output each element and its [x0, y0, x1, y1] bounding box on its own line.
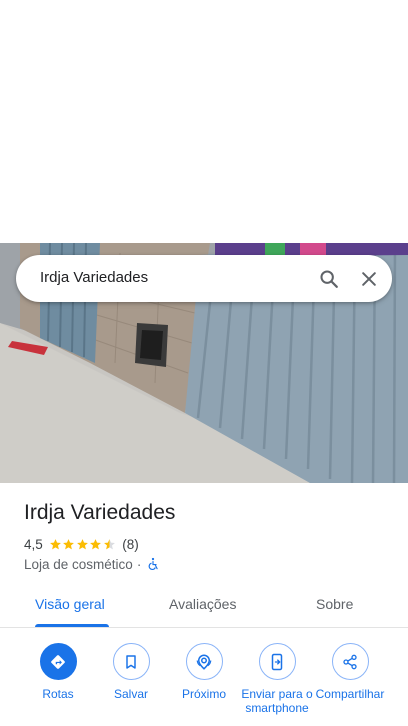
save-button[interactable]: Salvar: [91, 643, 171, 701]
star-icon: [63, 538, 75, 549]
share-button[interactable]: Compartilhar: [310, 643, 390, 701]
review-count[interactable]: (8): [122, 537, 139, 552]
send-to-phone-button[interactable]: Enviar para o smartphone: [237, 643, 317, 715]
search-input[interactable]: Irdja Variedades: [40, 269, 148, 286]
send-to-phone-icon: [258, 643, 296, 680]
close-icon[interactable]: [356, 266, 382, 292]
nearby-icon: [185, 643, 223, 680]
maps-place-sheet: Irdja Variedades Irdja Variedades 4,5 (8…: [0, 0, 408, 726]
rating-row[interactable]: 4,5 (8): [24, 536, 139, 552]
place-tabs: Visão geral Avaliações Sobre: [0, 586, 408, 628]
share-label: Compartilhar: [315, 687, 385, 701]
save-label: Salvar: [113, 687, 148, 701]
place-name: Irdja Variedades: [24, 501, 176, 524]
directions-button[interactable]: Rotas: [18, 643, 98, 701]
search-icon[interactable]: [316, 266, 342, 292]
wheelchair-accessible-icon: [148, 557, 158, 570]
star-icon: [90, 538, 102, 549]
share-icon: [331, 643, 369, 680]
tab-about[interactable]: Sobre: [316, 596, 353, 612]
nearby-button[interactable]: Próximo: [164, 643, 244, 701]
send-to-phone-label: Enviar para o smartphone: [241, 687, 313, 715]
directions-icon: [39, 643, 77, 680]
tab-reviews[interactable]: Avaliações: [169, 596, 236, 612]
directions-label: Rotas: [42, 687, 74, 701]
half-star-icon: [103, 538, 115, 549]
tab-overview[interactable]: Visão geral: [35, 596, 105, 612]
star-icon: [49, 538, 61, 549]
search-bar[interactable]: Irdja Variedades: [16, 255, 392, 302]
rating-value: 4,5: [24, 536, 43, 552]
star-rating: [49, 538, 117, 551]
category-row: Loja de cosmético ·: [24, 556, 160, 572]
place-category: Loja de cosmético: [24, 556, 133, 572]
star-icon: [76, 538, 88, 549]
nearby-label: Próximo: [181, 687, 226, 701]
active-tab-indicator: [35, 624, 109, 627]
separator-dot: ·: [136, 556, 142, 572]
bookmark-icon: [112, 643, 150, 680]
